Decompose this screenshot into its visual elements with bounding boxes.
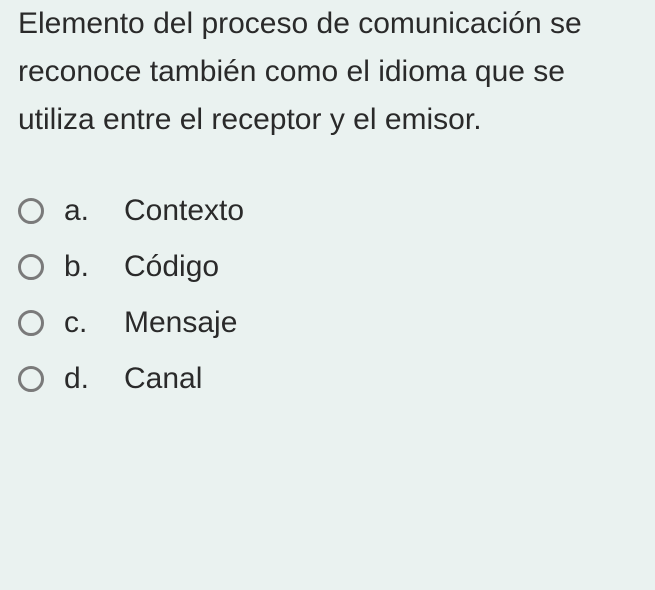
radio-icon[interactable] [18, 310, 44, 336]
option-letter: d. [64, 362, 104, 396]
options-list: a. Contexto b. Código c. Mensaje d. Cana… [18, 194, 637, 396]
option-c[interactable]: c. Mensaje [18, 306, 637, 340]
option-d[interactable]: d. Canal [18, 362, 637, 396]
radio-icon[interactable] [18, 254, 44, 280]
option-a[interactable]: a. Contexto [18, 194, 637, 228]
option-label: Canal [124, 362, 202, 396]
option-label: Contexto [124, 194, 244, 228]
radio-icon[interactable] [18, 366, 44, 392]
option-label: Mensaje [124, 306, 237, 340]
option-b[interactable]: b. Código [18, 250, 637, 284]
option-letter: a. [64, 194, 104, 228]
question-text: Elemento del proceso de comunicación se … [18, 0, 637, 144]
radio-icon[interactable] [18, 198, 44, 224]
option-label: Código [124, 250, 219, 284]
option-letter: c. [64, 306, 104, 340]
option-letter: b. [64, 250, 104, 284]
